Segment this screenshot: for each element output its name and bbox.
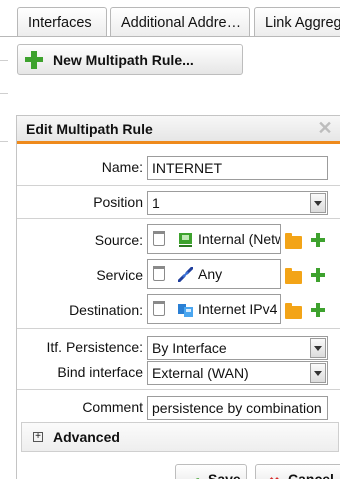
divider bbox=[17, 185, 340, 186]
position-value: 1 bbox=[152, 195, 160, 211]
tab-interfaces[interactable]: Interfaces bbox=[17, 7, 107, 37]
position-select[interactable]: 1 bbox=[147, 191, 328, 215]
network-icon bbox=[178, 304, 193, 317]
save-label: Save bbox=[208, 471, 241, 479]
service-object[interactable]: Any bbox=[147, 259, 281, 289]
edit-multipath-rule-dialog: Edit Multipath Rule ✕ Name: INTERNET Pos… bbox=[16, 115, 340, 479]
close-icon: ✖ bbox=[268, 470, 281, 479]
position-label: Position bbox=[93, 194, 143, 210]
divider bbox=[0, 141, 8, 142]
plus-icon[interactable] bbox=[311, 233, 325, 247]
divider bbox=[0, 60, 8, 61]
name-label: Name: bbox=[101, 159, 143, 175]
source-value: Internal (Netw bbox=[198, 231, 281, 247]
dialog-header: Edit Multipath Rule ✕ bbox=[17, 116, 340, 144]
service-icon bbox=[178, 267, 193, 282]
plus-icon[interactable] bbox=[311, 303, 325, 317]
checkmark-icon: ✔ bbox=[188, 470, 201, 479]
cancel-label: Cancel bbox=[288, 471, 334, 479]
comment-field[interactable]: persistence by combination bbox=[147, 396, 328, 420]
service-label: Service bbox=[96, 267, 143, 283]
save-button[interactable]: ✔ Save bbox=[175, 464, 247, 479]
close-icon[interactable]: ✕ bbox=[317, 119, 333, 137]
divider bbox=[17, 218, 340, 219]
new-multipath-rule-button[interactable]: New Multipath Rule... bbox=[17, 44, 243, 75]
folder-icon[interactable] bbox=[285, 303, 302, 319]
service-value: Any bbox=[198, 266, 223, 282]
itf-persistence-label: Itf. Persistence: bbox=[46, 339, 143, 355]
destination-object[interactable]: Internet IPv4 bbox=[147, 294, 281, 324]
folder-icon[interactable] bbox=[285, 233, 302, 249]
name-field[interactable]: INTERNET bbox=[147, 156, 328, 180]
tab-divider bbox=[0, 36, 340, 37]
source-object[interactable]: Internal (Netw bbox=[147, 224, 281, 254]
dialog-title: Edit Multipath Rule bbox=[26, 121, 153, 137]
divider bbox=[17, 389, 340, 390]
plus-icon[interactable] bbox=[311, 268, 325, 282]
cancel-button[interactable]: ✖ Cancel bbox=[255, 464, 340, 479]
divider bbox=[17, 328, 340, 329]
tab-link-aggregation[interactable]: Link Aggreg bbox=[254, 7, 340, 37]
plus-icon bbox=[25, 50, 43, 69]
trash-icon[interactable] bbox=[153, 266, 165, 281]
destination-value: Internet IPv4 bbox=[198, 301, 278, 317]
itf-persistence-select[interactable]: By Interface bbox=[147, 336, 328, 360]
bind-interface-label: Bind interface bbox=[57, 364, 143, 380]
chevron-down-icon[interactable] bbox=[310, 338, 326, 358]
chevron-down-icon[interactable] bbox=[310, 193, 326, 213]
tab-additional-addresses[interactable]: Additional Addre… bbox=[110, 7, 250, 37]
network-icon bbox=[179, 233, 192, 247]
folder-icon[interactable] bbox=[285, 268, 302, 284]
destination-label: Destination: bbox=[69, 302, 143, 318]
itf-persistence-value: By Interface bbox=[152, 340, 227, 356]
advanced-label: Advanced bbox=[53, 429, 120, 445]
trash-icon[interactable] bbox=[153, 231, 165, 246]
trash-icon[interactable] bbox=[153, 301, 165, 316]
tab-bar: Interfaces Additional Addre… Link Aggreg bbox=[0, 0, 340, 37]
comment-label: Comment bbox=[82, 399, 143, 415]
bind-interface-value: External (WAN) bbox=[152, 365, 249, 381]
new-multipath-rule-label: New Multipath Rule... bbox=[53, 51, 194, 68]
source-label: Source: bbox=[94, 232, 143, 248]
expand-icon[interactable]: + bbox=[33, 432, 43, 442]
divider bbox=[0, 93, 8, 94]
chevron-down-icon[interactable] bbox=[310, 363, 326, 383]
advanced-section-toggle[interactable]: + Advanced bbox=[21, 422, 339, 452]
bind-interface-select[interactable]: External (WAN) bbox=[147, 361, 328, 385]
